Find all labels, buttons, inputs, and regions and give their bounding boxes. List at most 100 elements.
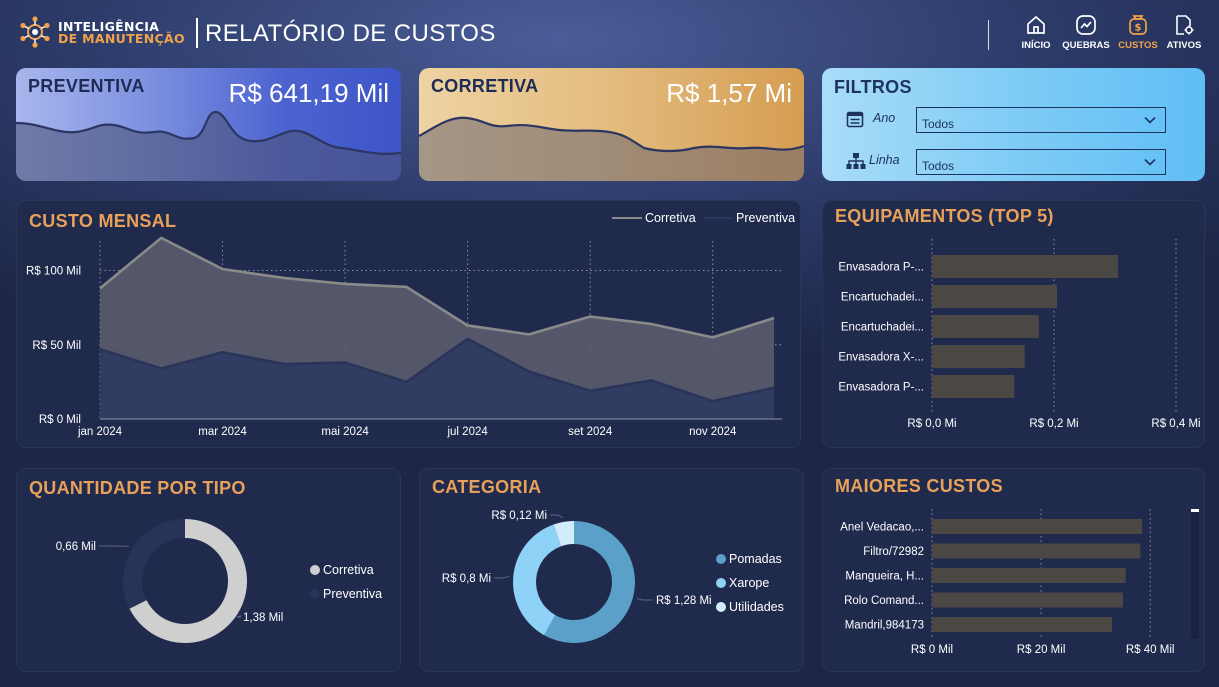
donut-value-label: 0,66 Mil (56, 541, 96, 553)
quantity-card: QUANTIDADE POR TIPO 1,38 Mil 0,66 Mil Cor… (16, 468, 401, 672)
bar-category-label: Envasadora X-... (838, 352, 924, 364)
filter-ano-value: Todos (922, 117, 955, 131)
filter-ano-label: Ano (873, 111, 896, 125)
x-tick-label: jan 2024 (77, 426, 123, 438)
kpi-card-corretiva[interactable]: CORRETIVA R$ 1,57 Mi (419, 68, 804, 181)
donut-leader-line (550, 514, 564, 519)
legend-xarope-swatch (716, 578, 726, 588)
filters-card: FILTROS Ano Todos Linha Todos (822, 68, 1205, 181)
scrollbar-thumb[interactable] (1191, 509, 1199, 512)
biggest-costs-card: MAIORES CUSTOS R$ 0 Mil R$ 20 Mil R$ 40 Mi… (822, 468, 1205, 672)
home-icon (1027, 15, 1045, 34)
x-tick-label: set 2024 (568, 426, 613, 438)
x-tick-label: R$ 0 Mil (911, 644, 953, 656)
legend-pomadas: Pomadas (716, 552, 782, 566)
chevron-down-icon (1144, 116, 1156, 124)
bar (932, 543, 1141, 559)
kpi-card-preventiva[interactable]: PREVENTIVA R$ 641,19 Mil (16, 68, 401, 181)
y-tick-label: R$ 50 Mil (32, 340, 81, 352)
bar (932, 375, 1015, 398)
nav-quebras-label: QUEBRAS (1062, 40, 1110, 51)
legend-qty-preventiva-label: Preventiva (323, 587, 383, 601)
x-tick-label: jul 2024 (446, 426, 488, 438)
bar-category-label: Mangueira, H... (845, 571, 924, 583)
kpi-corretiva-label: CORRETIVA (431, 76, 539, 96)
brand-line-2: DE MANUTENÇÃO (58, 31, 185, 46)
filters-title: FILTROS (834, 77, 912, 97)
svg-text:$: $ (1135, 23, 1142, 34)
legend-qty-preventiva-swatch (310, 589, 320, 599)
bar-category-label: Filtro/72982 (863, 546, 924, 558)
nav-custos-label: CUSTOS (1118, 40, 1158, 51)
equipment-card: EQUIPAMENTOS (TOP 5) R$ 0,0 Mi R$ 0,2 Mi R… (822, 200, 1205, 448)
bar (932, 592, 1123, 608)
x-tick-label: R$ 0,2 Mi (1029, 418, 1078, 430)
nav-quebras[interactable]: QUEBRAS (1060, 14, 1112, 51)
y-tick-label: R$ 100 Mil (26, 266, 81, 278)
document-gear-icon (1176, 15, 1194, 35)
header-divider (196, 18, 198, 48)
monthly-cost-card: CUSTO MENSAL Corretiva Preventiva R$ 0 M… (16, 200, 801, 448)
donut-value-label: R$ 1,28 Mi (656, 595, 712, 607)
monthly-cost-chart[interactable]: R$ 0 Mil R$ 50 Mil R$ 100 Mil jan 2024 mar 2… (17, 201, 801, 448)
x-tick-label: R$ 0,0 Mi (907, 418, 956, 430)
bar-category-label: Mandril,984173 (845, 620, 924, 632)
x-tick-label: mai 2024 (321, 426, 369, 438)
donut-value-label: 1,38 Mil (243, 612, 283, 624)
biggest-costs-chart[interactable]: R$ 0 Mil R$ 20 Mil R$ 40 Mil Anel Vedacao,.… (823, 469, 1205, 672)
legend-xarope-label: Xarope (729, 576, 770, 590)
calendar-icon (846, 111, 864, 128)
legend-qty-preventiva: Preventiva (310, 587, 382, 601)
legend-pomadas-swatch (716, 554, 726, 564)
y-tick-label: R$ 0 Mil (39, 414, 81, 426)
bar (932, 345, 1025, 368)
legend-qty-corretiva-label: Corretiva (323, 563, 374, 577)
kpi-preventiva-value: R$ 641,19 Mil (228, 78, 389, 108)
x-tick-label: mar 2024 (198, 426, 247, 438)
bar (932, 285, 1058, 308)
legend-xarope: Xarope (716, 576, 769, 590)
money-bag-icon: $ (1129, 15, 1147, 35)
category-donut-chart[interactable]: R$ 1,28 Mi R$ 0,8 Mi R$ 0,12 Mi (420, 469, 804, 672)
nav-custos[interactable]: $ CUSTOS (1112, 14, 1164, 51)
nav-inicio[interactable]: INÍCIO (1010, 14, 1062, 51)
donut-leader-line (636, 598, 653, 601)
filter-ano-select[interactable]: Todos (916, 107, 1166, 133)
corretiva-sparkline-area (419, 117, 804, 181)
equipment-chart[interactable]: R$ 0,0 Mi R$ 0,2 Mi R$ 0,4 Mi Envasadora P-… (823, 201, 1205, 448)
bar (932, 315, 1039, 338)
bar (932, 519, 1142, 534)
donut-slice-preventiva (122, 519, 185, 609)
hierarchy-icon (846, 153, 866, 169)
bar (932, 255, 1119, 278)
x-tick-label: R$ 20 Mil (1017, 644, 1066, 656)
legend-pomadas-label: Pomadas (729, 552, 782, 566)
kpi-preventiva-label: PREVENTIVA (28, 76, 145, 96)
scrollbar-track[interactable] (1191, 509, 1199, 639)
legend-utilidades-swatch (716, 602, 726, 612)
category-card: CATEGORIA R$ 1,28 Mi R$ 0,8 Mi R$ 0,12 Mi … (419, 468, 804, 672)
filter-linha-label: Linha (869, 153, 900, 167)
filter-linha-value: Todos (922, 159, 955, 173)
filter-linha-select[interactable]: Todos (916, 149, 1166, 175)
legend-utilidades: Utilidades (716, 600, 784, 614)
bar-category-label: Encartuchadei... (841, 322, 924, 334)
x-tick-label: R$ 40 Mil (1126, 644, 1175, 656)
donut-leader-line (236, 615, 242, 618)
x-tick-label: R$ 0,4 Mi (1151, 418, 1200, 430)
preventiva-sparkline-area (16, 111, 401, 181)
bar-category-label: Envasadora P-... (838, 262, 924, 274)
legend-utilidades-label: Utilidades (729, 600, 784, 614)
bar-category-label: Rolo Comand... (844, 595, 924, 607)
nav-ativos[interactable]: ATIVOS (1158, 14, 1210, 51)
nav-ativos-label: ATIVOS (1166, 40, 1202, 51)
legend-qty-corretiva: Corretiva (310, 563, 374, 577)
chevron-down-icon (1144, 158, 1156, 166)
bar-category-label: Envasadora P-... (838, 382, 924, 394)
brand-logo-icon (20, 16, 50, 48)
trend-chart-icon (1076, 15, 1096, 35)
donut-value-label: R$ 0,12 Mi (491, 510, 547, 522)
nav-inicio-label: INÍCIO (1021, 40, 1051, 51)
x-tick-label: nov 2024 (689, 426, 737, 438)
brand-name: INTELIGÊNCIA DE MANUTENÇÃO (58, 20, 185, 46)
